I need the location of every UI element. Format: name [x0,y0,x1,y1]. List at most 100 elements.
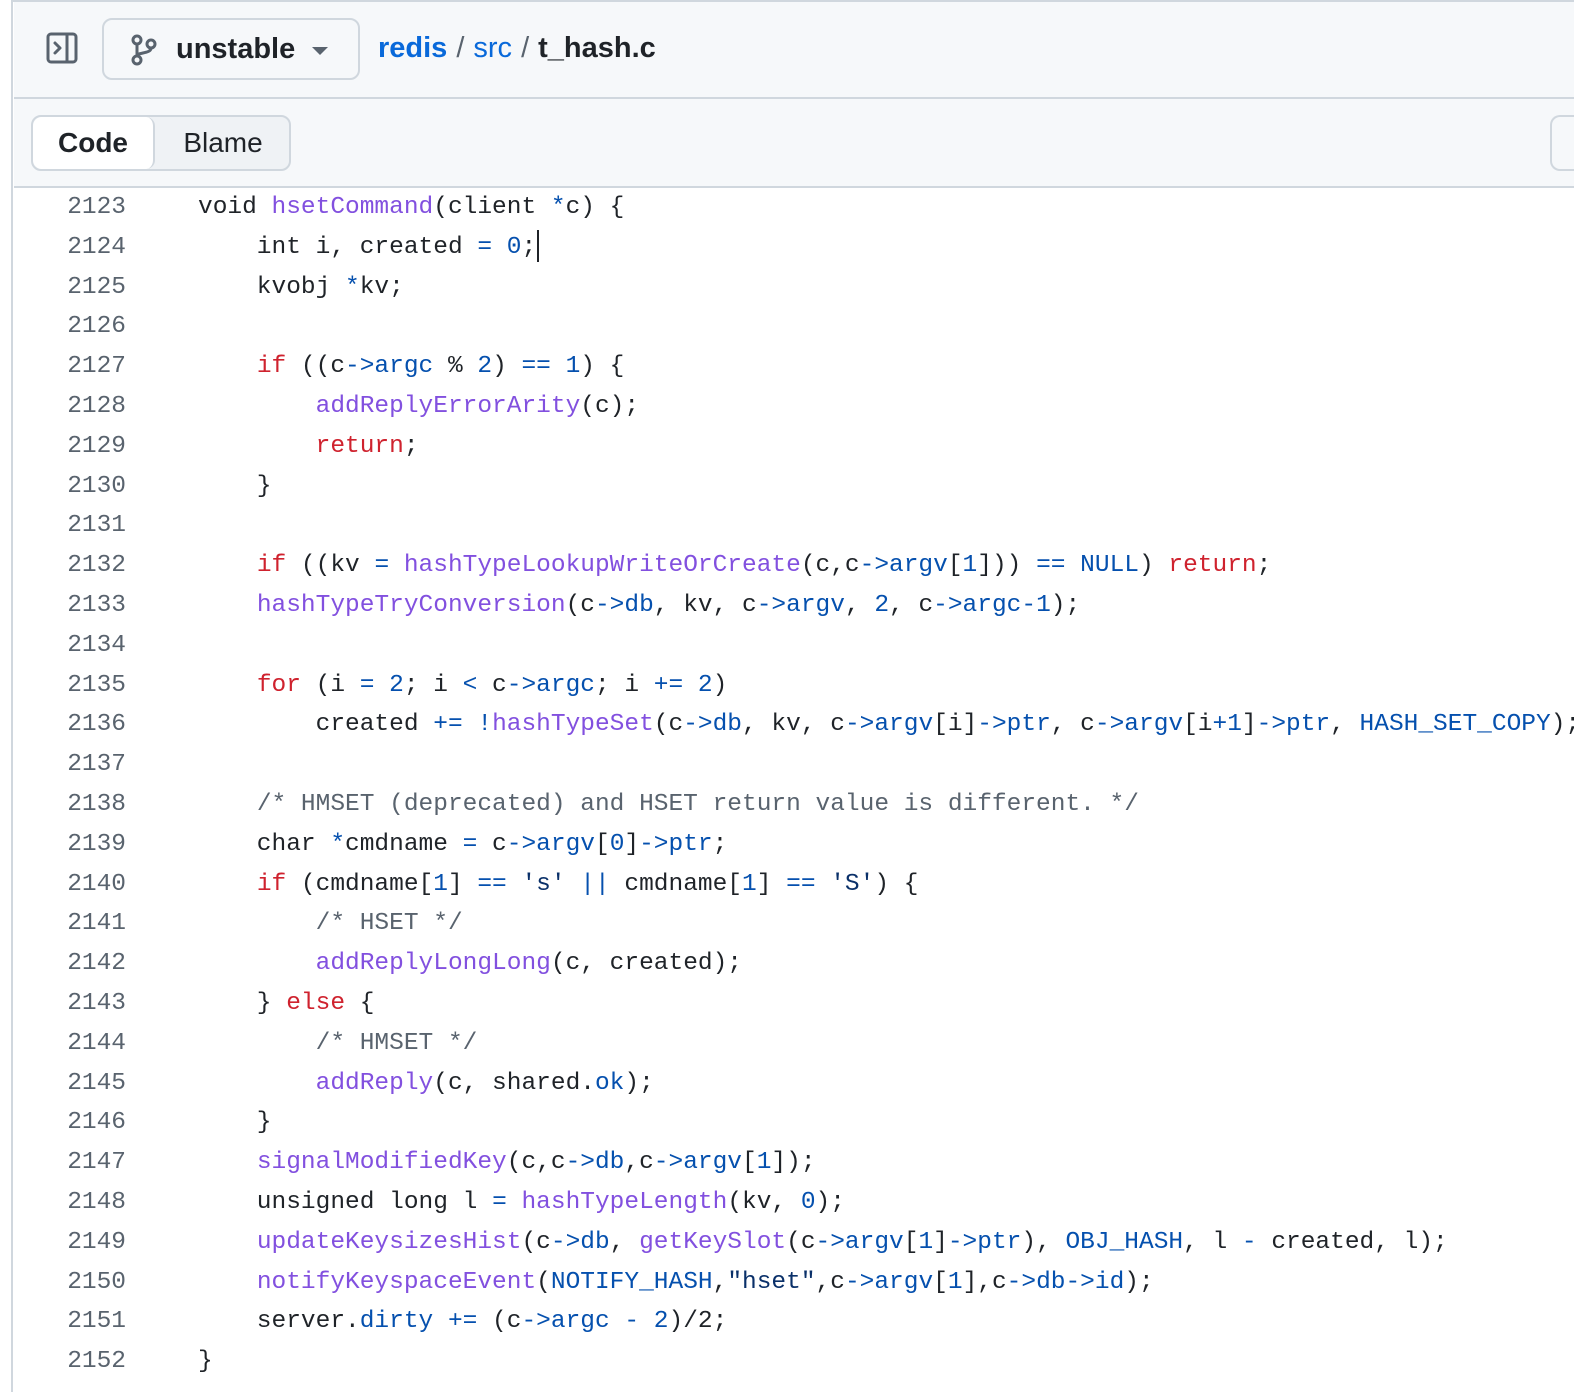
branch-selector-button[interactable]: unstable [102,18,360,80]
code-line[interactable]: 2141 /* HSET */ [14,904,1574,944]
code-token: notifyKeyspaceEvent [256,1268,537,1296]
code-line[interactable]: 2152} [14,1342,1574,1382]
line-number[interactable]: 2128 [14,387,126,427]
code-line[interactable]: 2127 if ((c->argc % 2) == 1) { [14,347,1574,387]
line-number[interactable]: 2123 [14,188,126,228]
line-number[interactable]: 2139 [14,825,126,865]
code-token: * [345,273,360,301]
code-token: ; [403,432,419,460]
code-line[interactable]: 2126 [14,307,1574,347]
code-line[interactable]: 2123 void hsetCommand(client *c) { [14,188,1574,228]
code-line[interactable]: 2145 addReply(c, shared.ok); [14,1064,1574,1104]
code-token: /* HMSET (deprecated) and HSET return va… [256,791,1139,818]
code-line[interactable]: 2143 } else { [14,984,1574,1024]
code-line[interactable]: 2140 if (cmdname[1] == 's' || cmdname[1]… [14,865,1574,905]
line-number[interactable]: 2126 [14,307,126,347]
code-line[interactable]: 2146 } [14,1103,1574,1143]
code-text: void hsetCommand(client *c) { [198,188,624,228]
line-number[interactable]: 2151 [14,1302,126,1342]
code-line[interactable]: 2128 addReplyErrorArity(c); [14,387,1574,427]
line-number[interactable]: 2136 [14,705,126,745]
line-number[interactable]: 2138 [14,785,126,825]
code-line[interactable]: 2151 server.dirty += (c->argc - 2)/2; [14,1302,1574,1342]
line-number[interactable]: 2140 [14,865,126,905]
code-token: ] [447,870,478,898]
line-number[interactable]: 2149 [14,1223,126,1263]
code-line[interactable]: 2135 for (i = 2; i < c->argc; i += 2) [14,666,1574,706]
code-line[interactable]: 2125 kvobj *kv; [14,268,1574,308]
code-line[interactable]: 2133 hashTypeTryConversion(c->db, kv, c-… [14,586,1574,626]
code-line[interactable]: 2147 signalModifiedKey(c,c->db,c->argv[1… [14,1143,1574,1183]
code-line[interactable]: 2134 [14,626,1574,666]
breadcrumb-src-link[interactable]: src [473,32,512,64]
line-number[interactable]: 2130 [14,467,126,507]
line-number[interactable]: 2146 [14,1103,126,1143]
toolbar-right-button[interactable] [1550,115,1574,171]
line-number[interactable]: 2142 [14,944,126,984]
code-token: ]); [771,1149,816,1177]
line-number[interactable]: 2147 [14,1143,126,1183]
line-number[interactable]: 2145 [14,1064,126,1104]
code-line[interactable]: 2139 char *cmdname = c->argv[0]->ptr; [14,825,1574,865]
code-token: ->argv [815,1228,904,1256]
code-token: unsigned long l [198,1189,493,1216]
code-line[interactable]: 2148 unsigned long l = hashTypeLength(kv… [14,1183,1574,1223]
code-token: 1 [1036,592,1051,619]
code-token: ), [1021,1228,1066,1256]
line-number[interactable]: 2131 [14,506,126,546]
line-number[interactable]: 2132 [14,546,126,586]
line-number[interactable]: 2133 [14,586,126,626]
line-number[interactable]: 2141 [14,904,126,944]
line-number[interactable]: 2148 [14,1183,126,1223]
code-line[interactable]: 2136 created += !hashTypeSet(c->db, kv, … [14,705,1574,745]
code-token: addReply [315,1069,434,1097]
code-token: , kv, c [653,592,757,619]
tab-blame[interactable]: Blame [155,117,289,169]
line-number[interactable]: 2125 [14,268,126,308]
code-view[interactable]: 2123 void hsetCommand(client *c) {2124 in… [14,188,1574,1392]
line-number[interactable]: 2143 [14,984,126,1024]
sidebar-expand-icon[interactable] [36,22,88,74]
triangle-down-icon [312,47,328,55]
line-number[interactable]: 2134 [14,626,126,666]
breadcrumb-separator: / [456,32,465,64]
code-line[interactable]: 2137 [14,745,1574,785]
code-line[interactable]: 2132 if ((kv = hashTypeLookupWriteOrCrea… [14,546,1574,586]
code-line[interactable]: 2138 /* HMSET (deprecated) and HSET retu… [14,785,1574,825]
code-line[interactable]: 2150 notifyKeyspaceEvent(NOTIFY_HASH,"hs… [14,1263,1574,1303]
line-number[interactable]: 2137 [14,745,126,785]
line-number[interactable]: 2135 [14,666,126,706]
breadcrumb-repo-link[interactable]: redis [378,32,447,64]
code-text: notifyKeyspaceEvent(NOTIFY_HASH,"hset",c… [198,1263,1154,1303]
line-number[interactable]: 2129 [14,427,126,467]
code-line[interactable]: 2131 [14,506,1574,546]
code-line[interactable]: 2124 int i, created = 0; [14,228,1574,268]
line-number[interactable]: 2144 [14,1024,126,1064]
code-text: updateKeysizesHist(c->db, getKeySlot(c->… [198,1223,1448,1263]
line-number[interactable]: 2152 [14,1342,126,1382]
code-line[interactable]: 2149 updateKeysizesHist(c->db, getKeySlo… [14,1223,1574,1263]
code-token: ] [933,1228,948,1256]
code-token: += [653,671,684,699]
code-token: c) { [565,194,625,221]
code-token: ->ptr [977,711,1051,739]
line-number[interactable]: 2124 [14,228,126,268]
code-token: (c); [580,393,640,420]
code-token: 1 [433,870,448,898]
code-token: 0 [609,830,625,858]
line-number[interactable]: 2150 [14,1263,126,1303]
code-token: ) [1138,552,1169,580]
code-token: ->ptr [639,830,713,858]
code-line[interactable]: 2142 addReplyLongLong(c, created); [14,944,1574,984]
code-line[interactable]: 2130 } [14,467,1574,507]
line-number[interactable]: 2127 [14,347,126,387]
code-token: else [286,990,346,1017]
code-line[interactable]: 2129 return; [14,427,1574,467]
code-token: , [712,1268,728,1296]
code-line[interactable]: 2144 /* HMSET */ [14,1024,1574,1064]
tab-code[interactable]: Code [33,117,155,169]
